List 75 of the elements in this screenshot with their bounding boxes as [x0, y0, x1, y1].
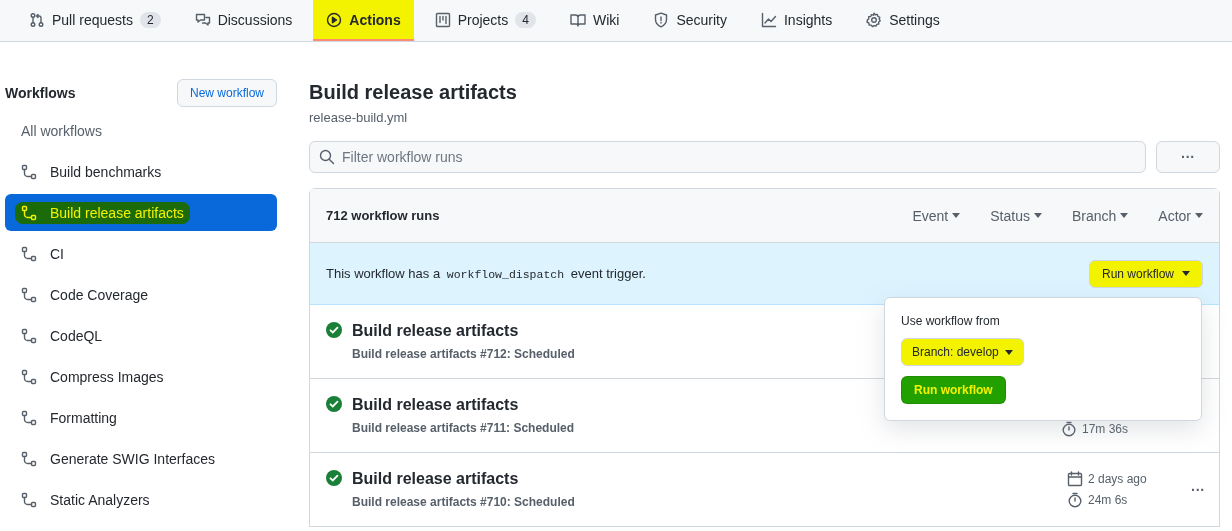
nav-tab[interactable]: Discussions	[181, 0, 306, 41]
branch-dropdown[interactable]: Branch: develop	[901, 338, 1024, 366]
nav-tab[interactable]: Projects 4	[421, 0, 549, 41]
nav-tab[interactable]: Settings	[853, 0, 953, 41]
workflow-title: Build release artifacts	[309, 81, 518, 104]
discussion-icon	[194, 11, 211, 28]
caret-icon	[952, 213, 961, 218]
filter-dropdown[interactable]: Event	[912, 207, 961, 224]
more-button[interactable]: ···	[1156, 141, 1220, 173]
filter-field[interactable]: Filter workflow runs	[309, 141, 1146, 173]
run-subtitle: Build release artifacts #712: Scheduled	[352, 347, 575, 361]
nav-tab[interactable]: Pull requests 2	[16, 0, 174, 41]
filter-dropdown[interactable]: Status	[990, 207, 1042, 224]
success-icon	[326, 396, 342, 412]
sidebar-title: Workflows	[5, 85, 76, 101]
sidebar-item[interactable]: Formatting	[5, 399, 277, 436]
sidebar-item[interactable]: Build benchmarks	[5, 153, 277, 190]
nav-tab[interactable]: Security	[640, 0, 740, 41]
caret-icon	[1033, 213, 1042, 218]
sidebar-item[interactable]: Generate SWIG Interfaces	[5, 440, 277, 477]
success-icon	[326, 322, 342, 338]
workflow-icon	[21, 204, 37, 221]
run-subtitle: Build release artifacts #711: Scheduled	[352, 421, 575, 435]
run-title[interactable]: Build release artifacts	[352, 470, 519, 488]
search-icon	[319, 149, 335, 165]
caret-icon	[1120, 213, 1129, 218]
workflow-file: release-build.yml	[309, 110, 409, 125]
project-icon	[434, 11, 451, 28]
workflow-icon	[21, 450, 37, 467]
run-date: 2 days ago	[1088, 472, 1147, 486]
caret-icon	[1182, 271, 1190, 276]
sidebar-item[interactable]: Build release artifacts	[5, 194, 277, 231]
nav-tab[interactable]: Insights	[747, 0, 846, 41]
workflow-icon	[21, 286, 37, 303]
counter-badge: 4	[515, 11, 536, 28]
run-workflow-button[interactable]: Run workflow	[1088, 259, 1203, 288]
stopwatch-icon	[1067, 492, 1083, 508]
run-title[interactable]: Build release artifacts	[352, 322, 519, 340]
calendar-icon	[1067, 471, 1083, 487]
sidebar-item[interactable]: CI	[5, 235, 277, 272]
filter-dropdown[interactable]: Actor	[1158, 207, 1203, 224]
dispatch-notice: This workflow has a workflow_dispatch event trigger.	[326, 266, 646, 281]
workflow-icon	[21, 163, 37, 180]
popover-label: Use workflow from	[901, 314, 1001, 328]
sidebar-item[interactable]: Static Analyzers	[5, 481, 277, 518]
caret-icon	[1195, 213, 1203, 218]
new-workflow-button[interactable]: New workflow	[177, 79, 277, 107]
shield-icon	[653, 11, 670, 28]
sidebar-item[interactable]: CodeQL	[5, 317, 277, 354]
nav-tab[interactable]: Wiki	[556, 0, 633, 41]
stopwatch-icon	[1061, 421, 1077, 437]
sidebar-item[interactable]: All workflows	[5, 113, 277, 149]
filter-dropdown[interactable]: Branch	[1071, 207, 1129, 224]
workflow-icon	[21, 245, 37, 262]
nav-tab[interactable]: Actions	[313, 0, 414, 41]
workflow-icon	[21, 491, 37, 508]
counter-badge: 2	[139, 11, 161, 28]
pr-icon	[29, 11, 45, 28]
run-duration: 17m 36s	[1082, 422, 1129, 436]
workflow-icon	[21, 368, 37, 385]
run-count: 712 workflow runs	[326, 208, 440, 223]
sidebar-item[interactable]: Compress Images	[5, 358, 277, 395]
run-duration: 24m 6s	[1088, 493, 1128, 507]
graph-icon	[760, 11, 777, 28]
caret-icon	[1004, 349, 1013, 355]
play-icon	[326, 11, 343, 28]
gear-icon	[866, 11, 883, 28]
run-menu-button[interactable]: ···	[1187, 481, 1209, 498]
success-icon	[326, 470, 342, 486]
workflow-icon	[21, 327, 37, 344]
workflow-icon	[21, 409, 37, 426]
run-subtitle: Build release artifacts #710: Scheduled	[352, 495, 575, 509]
book-icon	[569, 11, 586, 28]
run-title[interactable]: Build release artifacts	[352, 396, 519, 414]
sidebar-item[interactable]: Code Coverage	[5, 276, 277, 313]
